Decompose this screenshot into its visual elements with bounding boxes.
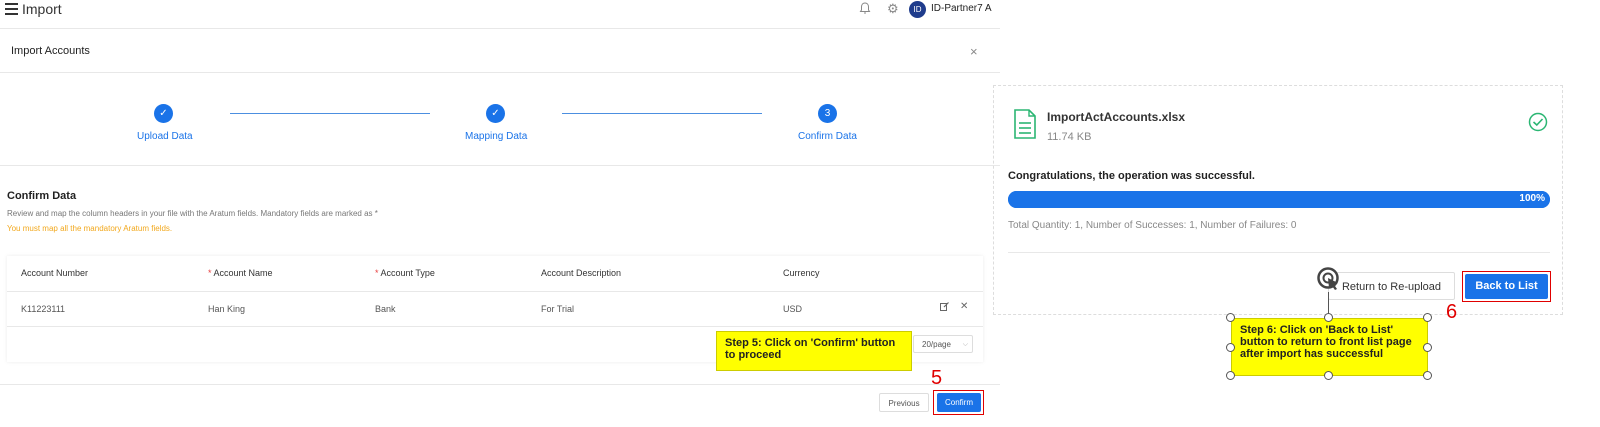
resize-handle[interactable] [1324, 313, 1333, 322]
delete-row-icon[interactable]: ✕ [960, 301, 968, 312]
cell-account-description: For Trial [541, 304, 575, 314]
divider [1008, 252, 1550, 253]
gear-icon[interactable]: ⚙ [887, 1, 899, 17]
page-size-select[interactable]: 20/page ⌵ [913, 335, 973, 353]
import-page: Import ⚙ ID ID-Partner7 A Import Account… [0, 0, 1000, 427]
section-title: Confirm Data [7, 190, 77, 202]
hamburger-menu-icon[interactable] [5, 3, 18, 15]
resize-handle[interactable] [1423, 313, 1432, 322]
step-connector [562, 113, 762, 114]
progress-fill [1008, 191, 1550, 208]
resize-handle[interactable] [1226, 371, 1235, 380]
step-1-check-icon: ✓ [154, 104, 173, 123]
resize-handle[interactable] [1324, 371, 1333, 380]
progress-bar: 100% [1008, 191, 1550, 208]
step-3-number: 3 [818, 104, 837, 123]
cell-currency: USD [783, 304, 803, 314]
step6-number: 6 [1446, 301, 1458, 323]
cell-account-name: Han King [208, 304, 246, 314]
column-header-currency: Currency [783, 268, 820, 278]
click-cursor-icon [1316, 266, 1342, 292]
back-to-list-button[interactable]: Back to List [1465, 274, 1548, 299]
confirm-button[interactable]: Confirm [937, 393, 981, 412]
step-2-check-icon: ✓ [486, 104, 505, 123]
divider [0, 72, 1000, 73]
avatar[interactable]: ID [909, 1, 926, 18]
close-icon[interactable]: × [970, 44, 978, 59]
step-3-label: Confirm Data [798, 131, 857, 142]
resize-handle[interactable] [1226, 313, 1235, 322]
bell-icon[interactable] [859, 2, 873, 16]
table-row[interactable]: K11223111 Han King Bank For Trial USD ✕ [7, 292, 983, 326]
section-description: Review and map the column headers in you… [7, 209, 378, 218]
success-check-icon [1528, 112, 1548, 132]
excel-file-icon [1014, 109, 1036, 139]
step6-callout: Step 6: Click on 'Back to List' button t… [1231, 318, 1428, 376]
resize-handle[interactable] [1423, 371, 1432, 380]
file-name: ImportActAccounts.xlsx [1047, 110, 1186, 124]
cell-account-type: Bank [375, 304, 396, 314]
resize-handle[interactable] [1423, 343, 1432, 352]
return-reupload-button[interactable]: Return to Re-upload [1328, 272, 1455, 300]
step5-callout: Step 5: Click on 'Confirm' button to pro… [716, 331, 912, 371]
modal-title: Import Accounts [11, 45, 90, 57]
divider [7, 326, 983, 327]
divider [0, 165, 1000, 166]
app-title: Import [22, 1, 62, 17]
section-warning: You must map all the mandatory Aratum fi… [7, 224, 173, 233]
column-header-account-type: * Account Type [375, 268, 435, 278]
file-size: 11.74 KB [1047, 131, 1092, 143]
edit-icon[interactable] [940, 302, 949, 313]
user-name[interactable]: ID-Partner7 A [931, 3, 992, 14]
success-message: Congratulations, the operation was succe… [1008, 170, 1255, 182]
step5-number: 5 [931, 367, 943, 389]
divider [0, 28, 1000, 29]
import-totals: Total Quantity: 1, Number of Successes: … [1008, 220, 1297, 231]
divider [0, 384, 1000, 385]
column-header-account-number: Account Number [21, 268, 89, 278]
column-header-account-description: Account Description [541, 268, 622, 278]
progress-label: 100% [1519, 193, 1545, 204]
step-2-label: Mapping Data [465, 131, 528, 142]
resize-handle[interactable] [1226, 343, 1235, 352]
step-connector [230, 113, 430, 114]
chevron-down-icon: ⌵ [962, 341, 968, 348]
cell-account-number: K11223111 [21, 304, 66, 314]
step-1-label: Upload Data [137, 131, 193, 142]
previous-button[interactable]: Previous [879, 393, 929, 412]
column-header-account-name: * Account Name [208, 268, 273, 278]
top-bar [0, 0, 1000, 22]
